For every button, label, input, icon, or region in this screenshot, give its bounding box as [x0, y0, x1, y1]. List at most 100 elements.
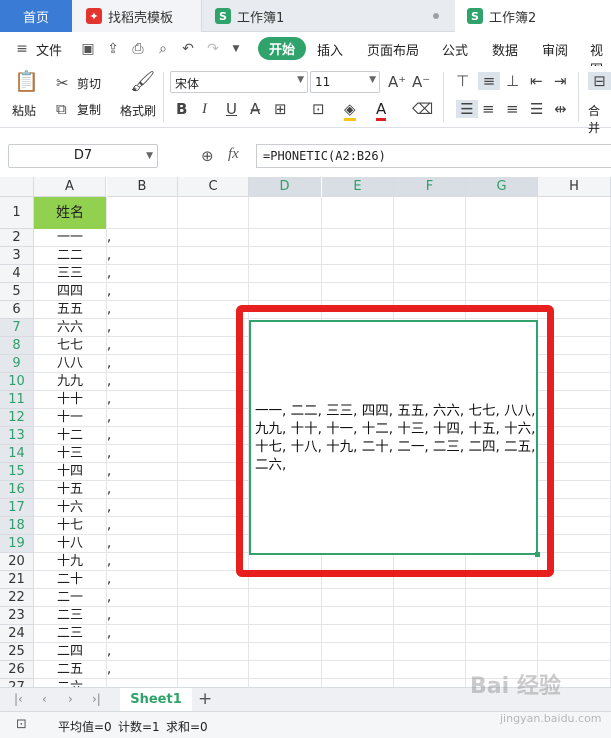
border-icon[interactable]: ⊞	[274, 100, 287, 118]
align-top-icon[interactable]: ⊤	[456, 72, 469, 90]
column-header-b[interactable]: B	[107, 177, 178, 197]
cell-a8[interactable]: 七七	[34, 337, 106, 355]
cell-a26[interactable]: 二五	[34, 661, 106, 679]
font-color-icon[interactable]: A	[376, 100, 387, 121]
indent-increase-icon[interactable]: ⇥	[554, 72, 567, 90]
row-header-18[interactable]: 18	[0, 517, 34, 535]
menu-formula[interactable]: 公式	[442, 40, 468, 59]
tab-workbook1[interactable]: S 工作簿1	[203, 0, 453, 32]
first-sheet-icon[interactable]: |‹	[14, 692, 23, 706]
fill-color-icon[interactable]: ◈	[344, 100, 356, 121]
scissors-icon[interactable]: ✂	[56, 74, 69, 92]
align-right-icon[interactable]: ≡	[506, 100, 519, 118]
cell-b3[interactable]: ,	[107, 247, 127, 265]
align-bottom-icon[interactable]: ⊥	[506, 72, 519, 90]
column-header-g[interactable]: G	[466, 177, 538, 197]
print-icon[interactable]: ⎙	[130, 41, 146, 57]
cell-mode-icon[interactable]: ⊡	[16, 717, 27, 732]
cell-a17[interactable]: 十六	[34, 499, 106, 517]
cell-a3[interactable]: 二二	[34, 247, 106, 265]
cell-a13[interactable]: 十二	[34, 427, 106, 445]
cell-a19[interactable]: 十八	[34, 535, 106, 553]
row-header-3[interactable]: 3	[0, 247, 34, 265]
row-header-25[interactable]: 25	[0, 643, 34, 661]
row-header-9[interactable]: 9	[0, 355, 34, 373]
row-header-26[interactable]: 26	[0, 661, 34, 679]
column-header-e[interactable]: E	[322, 177, 394, 197]
row-header-23[interactable]: 23	[0, 607, 34, 625]
copy-icon[interactable]: ⧉	[56, 100, 67, 118]
column-header-h[interactable]: H	[538, 177, 611, 197]
font-name-select[interactable]: 宋体 ▼	[170, 71, 308, 93]
fx-icon[interactable]: fx	[228, 146, 239, 163]
cell-a7[interactable]: 六六	[34, 319, 106, 337]
column-header-c[interactable]: C	[178, 177, 249, 197]
cell-b15[interactable]: ,	[107, 463, 127, 481]
cell-a5[interactable]: 四四	[34, 283, 106, 301]
underline-icon[interactable]: U	[226, 100, 237, 118]
cell-b4[interactable]: ,	[107, 265, 127, 283]
select-all-corner[interactable]	[0, 177, 34, 197]
row-header-2[interactable]: 2	[0, 229, 34, 247]
tab-workbook2[interactable]: S 工作簿2	[455, 0, 611, 32]
cell-b13[interactable]: ,	[107, 427, 127, 445]
prev-sheet-icon[interactable]: ‹	[42, 692, 47, 706]
strikethrough-icon[interactable]: A̶	[250, 100, 260, 118]
row-header-6[interactable]: 6	[0, 301, 34, 319]
cell-b26[interactable]: ,	[107, 661, 127, 679]
align-center-icon[interactable]: ≡	[482, 100, 495, 118]
align-middle-icon[interactable]: ≡	[478, 72, 500, 90]
header-cell-name[interactable]: 姓名	[34, 197, 106, 229]
special-format-icon[interactable]: ⊡	[312, 100, 325, 118]
save-icon[interactable]: ▣	[80, 41, 96, 57]
undo-icon[interactable]: ↶	[180, 41, 196, 57]
cell-b22[interactable]: ,	[107, 589, 127, 607]
row-header-11[interactable]: 11	[0, 391, 34, 409]
next-sheet-icon[interactable]: ›	[68, 692, 73, 706]
menu-data[interactable]: 数据	[492, 40, 518, 59]
cell-b10[interactable]: ,	[107, 373, 127, 391]
menu-start[interactable]: 开始	[258, 37, 307, 60]
increase-font-icon[interactable]: A⁺	[388, 73, 406, 91]
decrease-font-icon[interactable]: A⁻	[412, 73, 430, 91]
cell-b5[interactable]: ,	[107, 283, 127, 301]
cell-b19[interactable]: ,	[107, 535, 127, 553]
row-header-5[interactable]: 5	[0, 283, 34, 301]
row-header-8[interactable]: 8	[0, 337, 34, 355]
menu-review[interactable]: 审阅	[542, 40, 568, 59]
row-header-22[interactable]: 22	[0, 589, 34, 607]
cell-a24[interactable]: 二三	[34, 625, 106, 643]
cell-a9[interactable]: 八八	[34, 355, 106, 373]
italic-icon[interactable]: I	[202, 100, 207, 118]
cell-b17[interactable]: ,	[107, 499, 127, 517]
paste-button[interactable]: 粘贴	[12, 102, 36, 119]
sheet-tab-sheet1[interactable]: Sheet1	[120, 688, 192, 712]
row-header-14[interactable]: 14	[0, 445, 34, 463]
cell-a18[interactable]: 十七	[34, 517, 106, 535]
formula-input[interactable]: =PHONETIC(A2:B26)	[256, 144, 611, 168]
distribute-icon[interactable]: ⇹	[554, 100, 567, 118]
hamburger-icon[interactable]: ≡	[14, 41, 30, 57]
cut-button[interactable]: 剪切	[77, 75, 101, 92]
column-header-d[interactable]: D	[249, 177, 321, 197]
cell-b20[interactable]: ,	[107, 553, 127, 571]
column-header-f[interactable]: F	[394, 177, 466, 197]
row-header-21[interactable]: 21	[0, 571, 34, 589]
cell-a16[interactable]: 十五	[34, 481, 106, 499]
align-left-icon[interactable]: ☰	[456, 100, 478, 118]
redo-icon[interactable]: ↷	[205, 41, 221, 57]
cell-a25[interactable]: 二四	[34, 643, 106, 661]
cell-b23[interactable]: ,	[107, 607, 127, 625]
last-sheet-icon[interactable]: ›|	[92, 692, 101, 706]
cell-b8[interactable]: ,	[107, 337, 127, 355]
cell-b2[interactable]: ,	[107, 229, 127, 247]
cell-b21[interactable]: ,	[107, 571, 127, 589]
menu-insert[interactable]: 插入	[317, 40, 343, 59]
merge-icon[interactable]: ⊟	[588, 72, 611, 90]
cell-b27[interactable]: ,	[107, 679, 127, 687]
paste-icon[interactable]: 📋	[14, 71, 39, 91]
tab-template[interactable]: ✦ 找稻壳模板	[72, 0, 202, 32]
format-painter-button[interactable]: 格式刷	[120, 102, 156, 119]
clear-format-icon[interactable]: ⌫	[412, 100, 433, 118]
cell-b24[interactable]: ,	[107, 625, 127, 643]
